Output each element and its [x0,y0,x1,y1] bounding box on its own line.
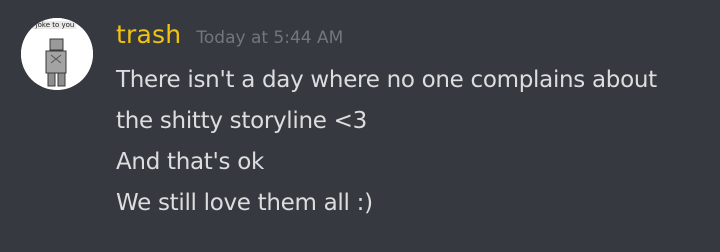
message-content: There isn't a day where no one complains… [116,60,706,224]
avatar[interactable]: i a joke to you [21,18,93,90]
message-line: We still love them all :) [116,190,373,216]
message-line: There isn't a day where no one complains… [116,67,657,93]
message-header: trash Today at 5:44 AM [116,20,343,49]
avatar-caption: i a joke to you [23,21,77,29]
message-line: the shitty storyline <3 [116,108,367,134]
message-line: And that's ok [116,149,265,175]
chat-message: i a joke to you trash Today at 5:44 AM T… [0,0,720,252]
username[interactable]: trash [116,20,181,49]
timestamp: Today at 5:44 AM [196,28,344,48]
